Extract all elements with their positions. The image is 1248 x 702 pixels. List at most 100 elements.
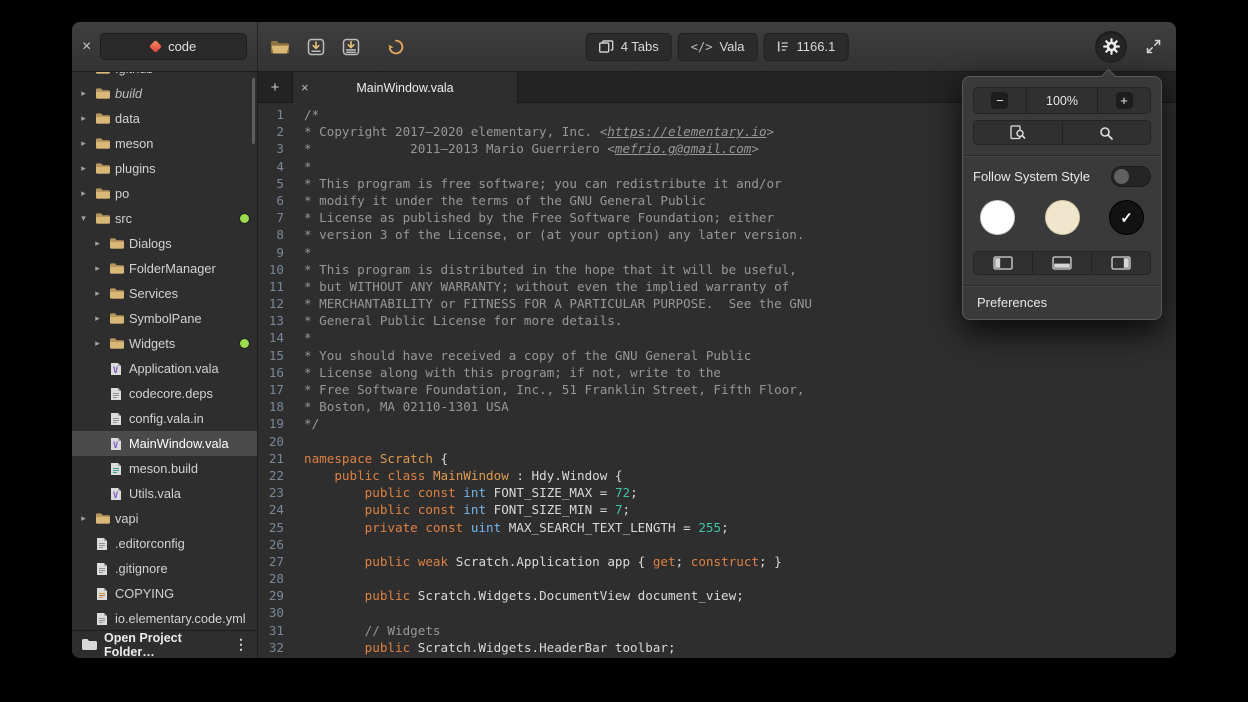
tree-item-label: src bbox=[115, 211, 235, 226]
expander-icon[interactable]: ▸ bbox=[92, 313, 103, 324]
code-line[interactable]: 29 public Scratch.Widgets.DocumentView d… bbox=[258, 587, 1176, 604]
tree-item-codecore-deps[interactable]: codecore.deps bbox=[72, 381, 257, 406]
code-line[interactable]: 32 public Scratch.Widgets.HeaderBar tool… bbox=[258, 639, 1176, 656]
code-line[interactable]: 16* License along with this program; if … bbox=[258, 364, 1176, 381]
tree-item-foldermanager[interactable]: ▸FolderManager bbox=[72, 256, 257, 281]
code-line[interactable]: 24 public const int FONT_SIZE_MIN = 7; bbox=[258, 501, 1176, 518]
code-line[interactable]: 26 bbox=[258, 536, 1176, 553]
sidebar-scrollbar[interactable] bbox=[252, 78, 255, 144]
code-line[interactable]: 28 bbox=[258, 570, 1176, 587]
zoom-in-button[interactable]: + bbox=[1097, 87, 1151, 114]
code-line[interactable]: 20 bbox=[258, 433, 1176, 450]
preferences-menu-item[interactable]: Preferences bbox=[963, 286, 1161, 319]
zoom-out-button[interactable]: − bbox=[973, 87, 1027, 114]
tree-item-data[interactable]: ▸data bbox=[72, 106, 257, 131]
expander-icon[interactable]: ▸ bbox=[92, 238, 103, 249]
tree-item-build[interactable]: ▸build bbox=[72, 81, 257, 106]
new-tab-button[interactable]: + bbox=[258, 72, 292, 102]
tree-item-src[interactable]: ▾ src bbox=[72, 206, 257, 231]
open-project-folder-label: Open Project Folder… bbox=[104, 631, 227, 659]
goto-line-button[interactable]: 1166.1 bbox=[764, 33, 849, 61]
tree-item-config-vala-in[interactable]: config.vala.in bbox=[72, 406, 257, 431]
code-line[interactable]: 22 public class MainWindow : Hdy.Window … bbox=[258, 467, 1176, 484]
code-line[interactable]: 33 private Gtk.Revealer search_revealer; bbox=[258, 656, 1176, 658]
code-text: public weak Scratch.Application app { ge… bbox=[295, 553, 782, 570]
tree-item--gitignore[interactable]: .gitignore bbox=[72, 556, 257, 581]
code-line[interactable]: 19*/ bbox=[258, 415, 1176, 432]
code-line[interactable]: 15* You should have received a copy of t… bbox=[258, 347, 1176, 364]
tree-item-dialogs[interactable]: ▸Dialogs bbox=[72, 231, 257, 256]
expander-icon[interactable]: ▾ bbox=[78, 213, 89, 224]
style-option-dark[interactable]: ✓ bbox=[1109, 200, 1144, 235]
window-close-button[interactable]: × bbox=[82, 39, 91, 55]
line-number: 2 bbox=[258, 123, 295, 140]
tree-item-label: Application.vala bbox=[129, 361, 249, 376]
zoom-level[interactable]: 100% bbox=[1027, 87, 1097, 114]
tree-item-utils-vala[interactable]: VUtils.vala bbox=[72, 481, 257, 506]
find-in-page-button[interactable] bbox=[973, 120, 1062, 145]
expander-icon[interactable]: ▸ bbox=[92, 338, 103, 349]
code-line[interactable]: 31 // Widgets bbox=[258, 622, 1176, 639]
expander-icon[interactable]: ▸ bbox=[78, 72, 89, 74]
save-as-icon[interactable] bbox=[342, 38, 360, 56]
toolbar-left-icons bbox=[270, 38, 405, 56]
expander-icon[interactable]: ▸ bbox=[78, 513, 89, 524]
tree-item-mainwindow-vala[interactable]: VMainWindow.vala bbox=[72, 431, 257, 456]
find-button[interactable] bbox=[1062, 120, 1152, 145]
follow-system-style-label: Follow System Style bbox=[973, 169, 1090, 184]
folder-icon bbox=[94, 211, 110, 227]
code-line[interactable]: 25 private const uint MAX_SEARCH_TEXT_LE… bbox=[258, 519, 1176, 536]
tab-mainwindow-vala[interactable]: × MainWindow.vala bbox=[292, 72, 518, 103]
code-line[interactable]: 17* Free Software Foundation, Inc., 51 F… bbox=[258, 381, 1176, 398]
history-restore-icon[interactable] bbox=[387, 38, 405, 56]
tree-item-services[interactable]: ▸Services bbox=[72, 281, 257, 306]
layout-sidebar-left-button[interactable] bbox=[973, 251, 1032, 275]
code-text: * bbox=[295, 244, 312, 261]
code-text: * You should have received a copy of the… bbox=[295, 347, 751, 364]
code-line[interactable]: 23 public const int FONT_SIZE_MAX = 72; bbox=[258, 484, 1176, 501]
tabs-overview-button[interactable]: 4 Tabs bbox=[586, 33, 672, 61]
style-option-light[interactable] bbox=[980, 200, 1015, 235]
expander-icon[interactable]: ▸ bbox=[78, 163, 89, 174]
expander-icon[interactable]: ▸ bbox=[78, 138, 89, 149]
code-text: private Gtk.Revealer search_revealer; bbox=[295, 656, 645, 658]
tree-item--editorconfig[interactable]: .editorconfig bbox=[72, 531, 257, 556]
tree-item-po[interactable]: ▸po bbox=[72, 181, 257, 206]
code-text bbox=[295, 433, 304, 450]
expander-icon[interactable]: ▸ bbox=[92, 288, 103, 299]
code-line[interactable]: 30 bbox=[258, 604, 1176, 621]
layout-bottom-panel-button[interactable] bbox=[1032, 251, 1092, 275]
expander-icon[interactable]: ▸ bbox=[78, 188, 89, 199]
save-icon[interactable] bbox=[307, 38, 325, 56]
expander-icon[interactable]: ▸ bbox=[78, 88, 89, 99]
settings-menu-button[interactable] bbox=[1095, 31, 1127, 63]
follow-system-style-toggle[interactable] bbox=[1111, 166, 1151, 187]
code-line[interactable]: 21namespace Scratch { bbox=[258, 450, 1176, 467]
language-mode-button[interactable]: </> Vala bbox=[678, 33, 758, 61]
style-option-sepia[interactable] bbox=[1045, 200, 1080, 235]
tree-item-meson[interactable]: ▸meson bbox=[72, 131, 257, 156]
code-line[interactable]: 27 public weak Scratch.Application app {… bbox=[258, 553, 1176, 570]
tree-item-application-vala[interactable]: VApplication.vala bbox=[72, 356, 257, 381]
tree-item-meson-build[interactable]: meson.build bbox=[72, 456, 257, 481]
tree-item-symbolpane[interactable]: ▸SymbolPane bbox=[72, 306, 257, 331]
sidebar-menu-icon[interactable]: ⋮ bbox=[234, 636, 248, 653]
tab-close-icon[interactable]: × bbox=[301, 80, 317, 95]
open-folder-icon[interactable] bbox=[270, 39, 290, 55]
fullscreen-icon[interactable] bbox=[1145, 38, 1162, 55]
tree-item--github[interactable]: ▸.github bbox=[72, 72, 257, 81]
code-line[interactable]: 18* Boston, MA 02110-1301 USA bbox=[258, 398, 1176, 415]
expander-icon[interactable]: ▸ bbox=[78, 113, 89, 124]
tree-item-plugins[interactable]: ▸plugins bbox=[72, 156, 257, 181]
headerbar[interactable]: × code bbox=[72, 22, 1176, 72]
tree-item-widgets[interactable]: ▸Widgets bbox=[72, 331, 257, 356]
code-line[interactable]: 14* bbox=[258, 329, 1176, 346]
layout-sidebar-right-button[interactable] bbox=[1092, 251, 1151, 275]
open-project-folder-button[interactable]: Open Project Folder… ⋮ bbox=[72, 630, 257, 658]
project-chooser-button[interactable]: code bbox=[100, 33, 247, 60]
folder-icon bbox=[94, 186, 110, 202]
expander-icon[interactable]: ▸ bbox=[92, 263, 103, 274]
tree-item-copying[interactable]: COPYING bbox=[72, 581, 257, 606]
tree-item-io-elementary-code-yml[interactable]: io.elementary.code.yml bbox=[72, 606, 257, 630]
tree-item-vapi[interactable]: ▸vapi bbox=[72, 506, 257, 531]
